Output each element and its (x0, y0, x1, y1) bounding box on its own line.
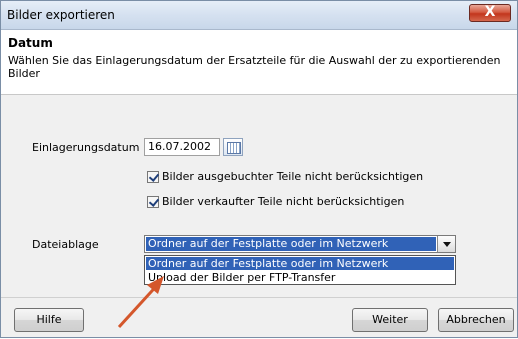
annotation-arrow-icon (117, 276, 164, 329)
export-dialog: Bilder exportieren X Datum Wählen Sie da… (0, 0, 518, 338)
